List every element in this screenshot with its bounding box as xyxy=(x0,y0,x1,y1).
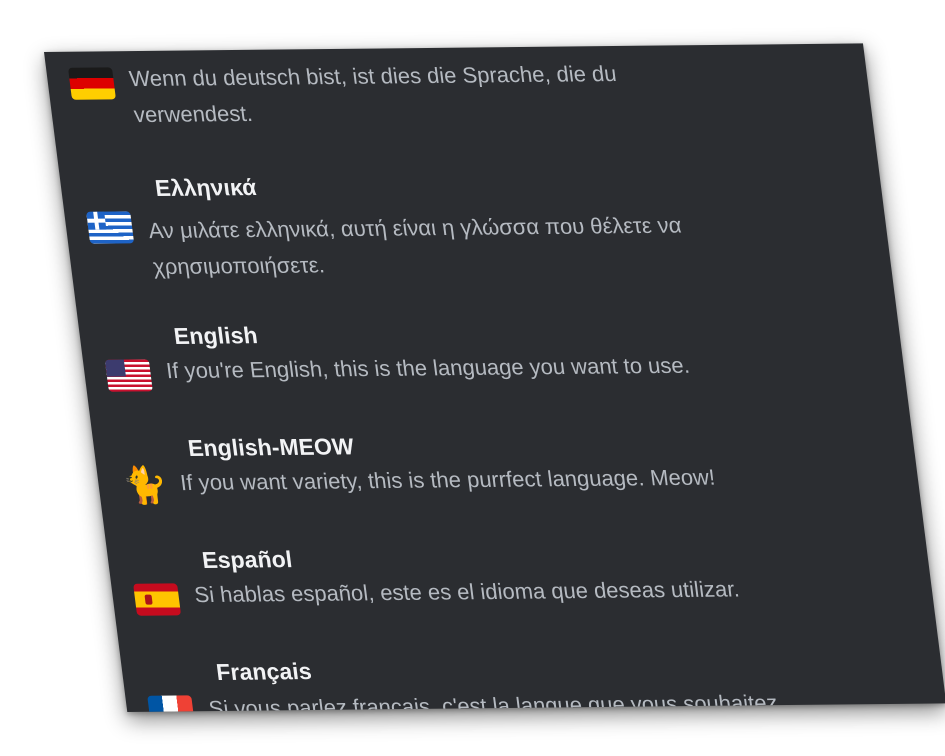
language-option-espanol[interactable]: Español Si hablas español, este es el id… xyxy=(129,539,929,647)
language-option-deutsch[interactable]: Wenn du deutsch bist, ist dies die Sprac… xyxy=(67,58,868,166)
language-description: If you're English, this is the language … xyxy=(164,346,858,389)
cat-icon: 🐈 xyxy=(120,464,171,506)
language-option-english[interactable]: English If you're English, this is the l… xyxy=(100,316,900,424)
description-line: Si hablas español, este es el idioma que… xyxy=(192,576,741,608)
description-line: If you're English, this is the language … xyxy=(164,352,692,384)
language-description: Αν μιλάτε ελληνικά, αυτή είναι η γλώσσα … xyxy=(146,206,844,285)
language-name: English-MEOW xyxy=(186,433,356,461)
language-description: Si vous parlez français, c'est la langue… xyxy=(207,684,901,712)
language-description: Wenn du deutsch bist, ist dies die Sprac… xyxy=(127,54,825,133)
spain-flag-icon xyxy=(133,583,182,616)
language-option-english-meow[interactable]: English-MEOW 🐈 If you want variety, this… xyxy=(114,427,914,535)
language-name: Ελληνικά xyxy=(153,173,258,202)
description-line: χρησιμοποιήσετε. xyxy=(151,252,327,280)
description-line: If you want variety, this is the purrfec… xyxy=(178,464,717,496)
language-option-francais[interactable]: Français Si vous parlez français, c'est … xyxy=(143,651,943,712)
language-option-greek[interactable]: Ελληνικά Αν μιλάτε ελληνικά, αυτή είναι … xyxy=(82,168,882,279)
language-list: Wenn du deutsch bist, ist dies die Sprac… xyxy=(44,43,945,712)
germany-flag-icon xyxy=(67,67,116,100)
language-name: English xyxy=(172,322,260,349)
greece-flag-icon xyxy=(86,211,135,244)
description-line: verwendest. xyxy=(132,100,254,128)
language-description: If you want variety, this is the purrfec… xyxy=(178,458,872,501)
description-line: Si vous parlez français, c'est la langue… xyxy=(207,690,779,712)
language-description: Si hablas español, este es el idioma que… xyxy=(192,570,886,613)
language-name: Español xyxy=(200,546,294,573)
language-picker-panel: Wenn du deutsch bist, ist dies die Sprac… xyxy=(44,43,945,712)
france-flag-icon xyxy=(147,695,196,712)
language-name: Français xyxy=(214,657,314,685)
usa-flag-icon xyxy=(104,359,153,392)
